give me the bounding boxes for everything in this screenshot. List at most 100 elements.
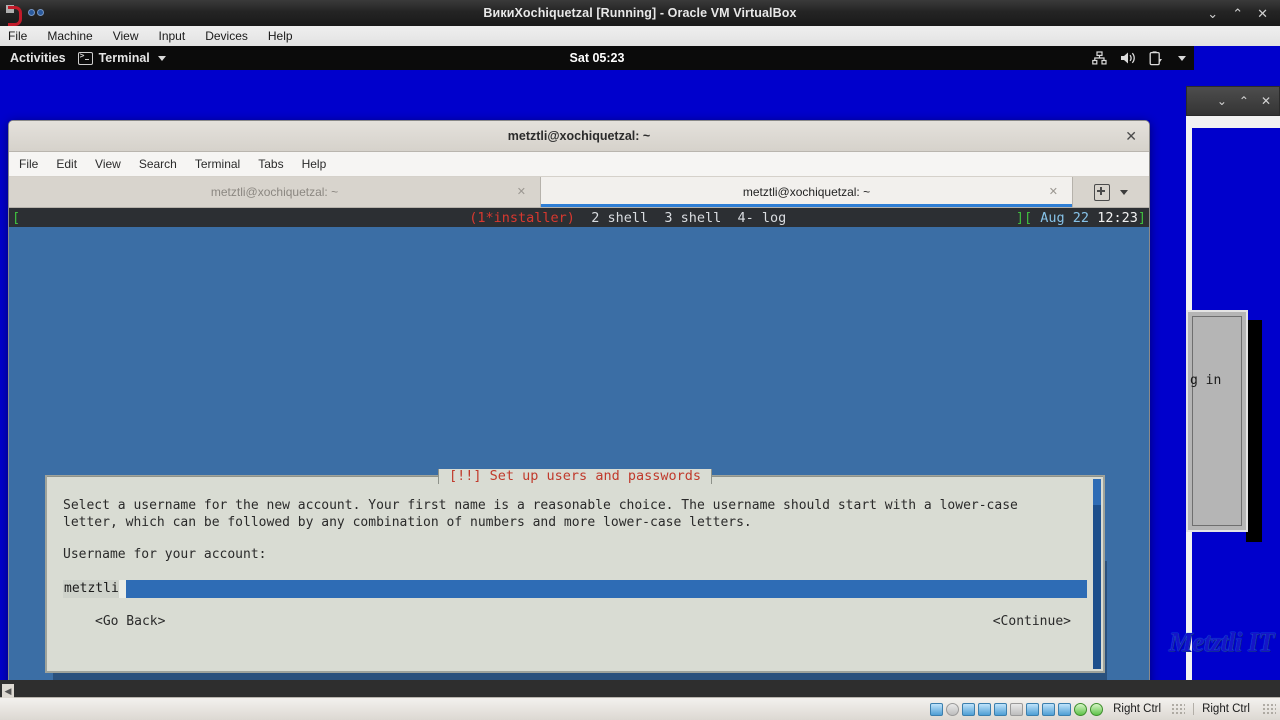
virtualbox-statusbar: Right Ctrl Right Ctrl <box>0 697 1280 720</box>
virtualbox-menubar: File Machine View Input Devices Help <box>0 26 1280 47</box>
menu-help[interactable]: Help <box>258 26 303 46</box>
tmux-right-brackets: ][ <box>1015 209 1033 226</box>
terminal-menubar: File Edit View Search Terminal Tabs Help <box>9 152 1149 177</box>
maximize-icon[interactable]: ⌃ <box>1232 7 1243 20</box>
close-icon[interactable]: ✕ <box>1257 7 1268 20</box>
terminal-title: metztli@xochiquetzal: ~ <box>507 129 651 143</box>
new-tab-icon[interactable] <box>1094 183 1110 201</box>
floppy-icon[interactable] <box>962 702 976 716</box>
tmux-time-value: 12:23 <box>1097 209 1138 226</box>
network-wired-icon <box>1092 51 1107 65</box>
terminal-tab-2-label: metztli@xochiquetzal: ~ <box>742 185 871 199</box>
gnome-clock[interactable]: Sat 05:23 <box>0 51 1194 65</box>
background-dialog-text: g in <box>1190 373 1222 388</box>
terminal-tab-2-close-icon[interactable]: ✕ <box>1049 185 1058 198</box>
menu-devices[interactable]: Devices <box>195 26 258 46</box>
tmux-right-status: ][ Aug 22 12:23] <box>1016 210 1146 226</box>
optical-disk-icon[interactable] <box>946 702 960 716</box>
terminal-window: metztli@xochiquetzal: ~ ✕ File Edit View… <box>8 120 1150 680</box>
background-maximize-icon[interactable]: ⌃ <box>1239 94 1249 108</box>
tmux-date <box>1032 210 1040 226</box>
minimize-icon[interactable]: ⌄ <box>1207 7 1218 20</box>
installer-dialog: [!!] Set up users and passwords Select a… <box>45 469 1105 673</box>
metztli-it-watermark: Metztli IT <box>1168 627 1275 657</box>
terminal-tabbar: metztli@xochiquetzal: ~ ✕ metztli@xochiq… <box>9 177 1149 208</box>
virtualbox-title-icons <box>0 5 46 26</box>
terminal-tab-1-label: metztli@xochiquetzal: ~ <box>210 185 339 199</box>
keyboard-icon[interactable] <box>1090 702 1104 716</box>
terminal-titlebar: metztli@xochiquetzal: ~ ✕ <box>9 121 1149 152</box>
dialog-body: Select a username for the new account. Y… <box>47 477 1103 629</box>
username-input-value: metztli <box>63 580 119 598</box>
dialog-scrollbar[interactable] <box>1093 479 1101 669</box>
virtualbox-glasses-icon <box>28 7 46 19</box>
virtualbox-window-controls: ⌄ ⌃ ✕ <box>1207 0 1276 26</box>
continue-button[interactable]: <Continue> <box>993 614 1071 629</box>
terminal-content: [ (1*installer) 2 shell 3 shell 4- log ]… <box>9 208 1149 680</box>
menu-machine[interactable]: Machine <box>37 26 102 46</box>
tmux-status-bar: [ (1*installer) 2 shell 3 shell 4- log ]… <box>9 208 1149 227</box>
tmux-close-bracket: ] <box>1137 209 1146 226</box>
background-close-icon[interactable]: ✕ <box>1261 94 1271 108</box>
terminal-tab-1[interactable]: metztli@xochiquetzal: ~ ✕ <box>9 177 541 207</box>
dialog-paragraph-line2: letter, which can be followed by any com… <box>63 515 752 530</box>
dialog-scrollbar-thumb[interactable] <box>1093 479 1101 505</box>
terminal-menu-search[interactable]: Search <box>130 152 186 176</box>
terminal-tab-1-close-icon[interactable]: ✕ <box>517 185 526 198</box>
virtualization-icon[interactable] <box>1058 702 1072 716</box>
dialog-paragraph-line1: Select a username for the new account. Y… <box>63 498 1018 513</box>
gnome-system-tray[interactable] <box>1092 46 1186 70</box>
shared-folder-icon[interactable] <box>1010 702 1024 716</box>
tmux-window-rest[interactable]: 2 shell 3 shell 4- log <box>575 210 786 226</box>
terminal-menu-help[interactable]: Help <box>293 152 336 176</box>
virtualbox-titlebar: ВикиXochiquetzal [Running] - Oracle VM V… <box>0 0 1280 27</box>
terminal-menu-tabs[interactable]: Tabs <box>249 152 292 176</box>
chevron-down-icon <box>1178 55 1186 61</box>
background-minimize-icon[interactable]: ⌄ <box>1217 94 1227 108</box>
menu-input[interactable]: Input <box>149 26 196 46</box>
usb-icon[interactable] <box>994 702 1008 716</box>
display-icon[interactable] <box>1026 702 1040 716</box>
background-dialog-shadow <box>1246 320 1262 542</box>
terminal-tab-2[interactable]: metztli@xochiquetzal: ~ ✕ <box>541 177 1073 207</box>
tmux-window-installer[interactable]: (1*installer) <box>469 210 575 226</box>
background-window-body <box>1186 116 1280 128</box>
terminal-menu-view[interactable]: View <box>86 152 130 176</box>
dialog-title: [!!] Set up users and passwords <box>438 469 712 484</box>
terminal-menu-file[interactable]: File <box>9 152 47 176</box>
host-key-label: Right Ctrl <box>1113 703 1162 715</box>
video-capture-icon[interactable] <box>1042 702 1056 716</box>
resize-grip[interactable] <box>1171 703 1186 715</box>
host-key-label-outer: Right Ctrl <box>1193 703 1258 715</box>
dialog-title-row: [!!] Set up users and passwords <box>47 468 1103 485</box>
dialog-scrollbar-rail[interactable] <box>1093 505 1101 669</box>
tmux-date-value: Aug 22 <box>1040 209 1090 226</box>
menu-file[interactable]: File <box>0 26 37 46</box>
network-icon[interactable] <box>978 702 992 716</box>
text-cursor <box>118 580 126 598</box>
menu-view[interactable]: View <box>103 26 149 46</box>
mouse-integration-icon[interactable] <box>1074 702 1088 716</box>
background-dialog <box>1186 310 1248 532</box>
terminal-tabbar-actions <box>1073 177 1149 207</box>
resize-grip-outer[interactable] <box>1262 703 1276 715</box>
dialog-buttons: <Go Back> <Continue> <box>63 614 1087 629</box>
go-back-button[interactable]: <Go Back> <box>95 614 165 629</box>
virtualbox-status-icons <box>930 702 1109 716</box>
battery-icon <box>1149 50 1162 65</box>
terminal-menu-edit[interactable]: Edit <box>47 152 86 176</box>
terminal-close-icon[interactable]: ✕ <box>1125 127 1137 145</box>
terminal-menu-terminal[interactable]: Terminal <box>186 152 249 176</box>
virtualbox-window-title: ВикиXochiquetzal [Running] - Oracle VM V… <box>483 6 797 20</box>
username-field-label: Username for your account: <box>63 547 267 562</box>
hard-disk-icon[interactable] <box>930 702 944 716</box>
installer-canvas: [!!] Set up users and passwords Select a… <box>9 227 1149 680</box>
screen-root: ВикиXochiquetzal [Running] - Oracle VM V… <box>0 0 1280 720</box>
chevron-down-icon[interactable] <box>1120 189 1128 195</box>
background-window-titlebar: ⌄ ⌃ ✕ <box>1186 86 1280 116</box>
username-input[interactable]: metztli <box>63 580 1087 598</box>
guest-screen: Activities Terminal Sat 05:23 <box>0 46 1280 680</box>
virtualbox-logo-icon <box>6 5 22 26</box>
guest-scroll-left-icon[interactable]: ◀ <box>2 684 14 698</box>
tmux-time-sep <box>1089 210 1097 226</box>
